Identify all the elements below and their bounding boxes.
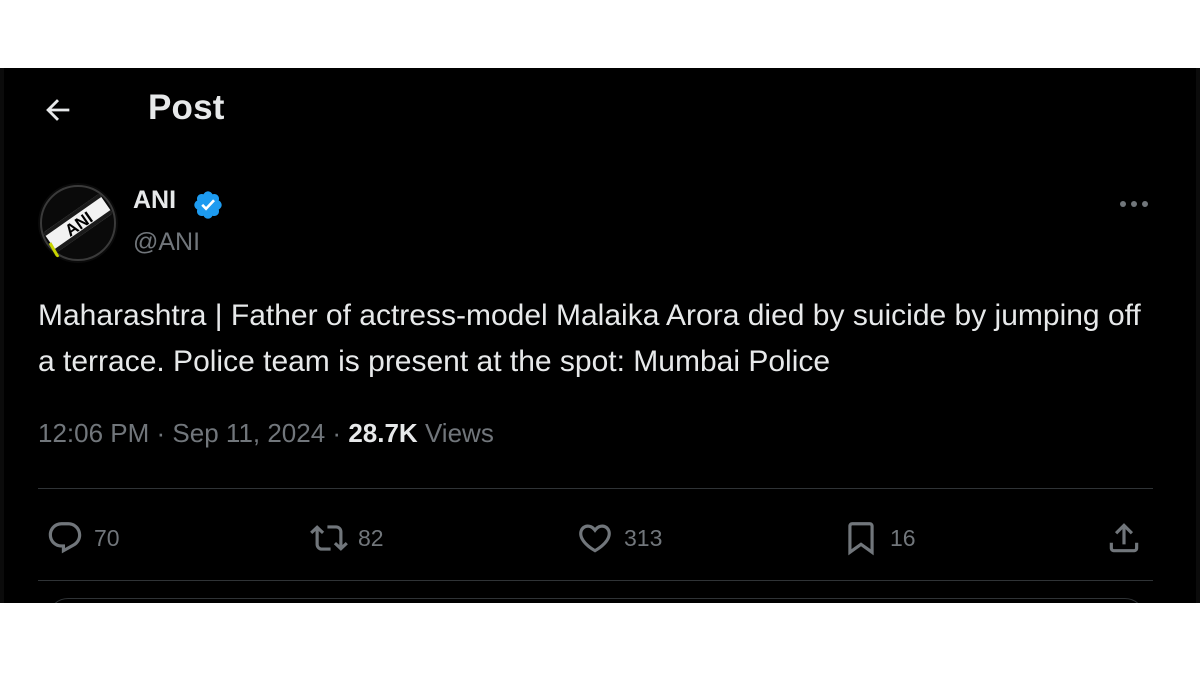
avatar[interactable]: ANI	[38, 183, 118, 263]
divider-bottom	[38, 580, 1153, 581]
views-label: Views	[424, 418, 494, 448]
page-title: Post	[148, 88, 225, 127]
post-time[interactable]: 12:06 PM	[38, 418, 149, 448]
divider-top	[38, 488, 1153, 489]
ani-logo-icon: ANI	[38, 183, 118, 263]
bookmark-icon	[848, 522, 874, 556]
more-horizontal-icon	[1120, 201, 1148, 207]
reply-icon	[48, 522, 82, 554]
views-count[interactable]: 28.7K	[348, 418, 417, 448]
post-meta: 12:06 PM · Sep 11, 2024 · 28.7K Views	[38, 418, 494, 449]
post-date[interactable]: Sep 11, 2024	[172, 418, 325, 448]
bookmark-button[interactable]: 16	[842, 513, 916, 563]
share-button[interactable]	[1105, 513, 1143, 563]
verified-badge-icon	[194, 191, 222, 219]
repost-button[interactable]: 82	[310, 513, 384, 563]
arrow-left-icon	[46, 99, 70, 121]
reply-button[interactable]: 70	[46, 513, 120, 563]
bookmark-count: 16	[890, 524, 916, 551]
reply-composer-edge[interactable]	[48, 598, 1145, 603]
frame-edge-left	[0, 68, 4, 603]
post-text: Maharashtra | Father of actress-model Ma…	[38, 299, 1141, 378]
repost-count: 82	[358, 524, 384, 551]
author-name[interactable]: ANI	[133, 186, 176, 215]
action-bar: 70 82 313 16	[38, 513, 1153, 563]
like-count: 313	[624, 524, 663, 551]
meta-separator: ·	[156, 418, 173, 448]
back-button[interactable]	[36, 88, 80, 132]
repost-icon	[310, 525, 348, 551]
reply-count: 70	[94, 524, 120, 551]
more-options-button[interactable]	[1110, 188, 1158, 220]
author-handle[interactable]: @ANI	[133, 228, 200, 257]
meta-separator: ·	[332, 418, 349, 448]
heart-icon	[579, 524, 611, 553]
like-button[interactable]: 313	[576, 513, 662, 563]
post-frame: Post ANI ANI @ANI Maharashtra | Father o…	[0, 68, 1200, 603]
share-icon	[1109, 523, 1139, 553]
frame-edge-right	[1196, 68, 1200, 603]
post-header: Post	[0, 68, 1200, 148]
